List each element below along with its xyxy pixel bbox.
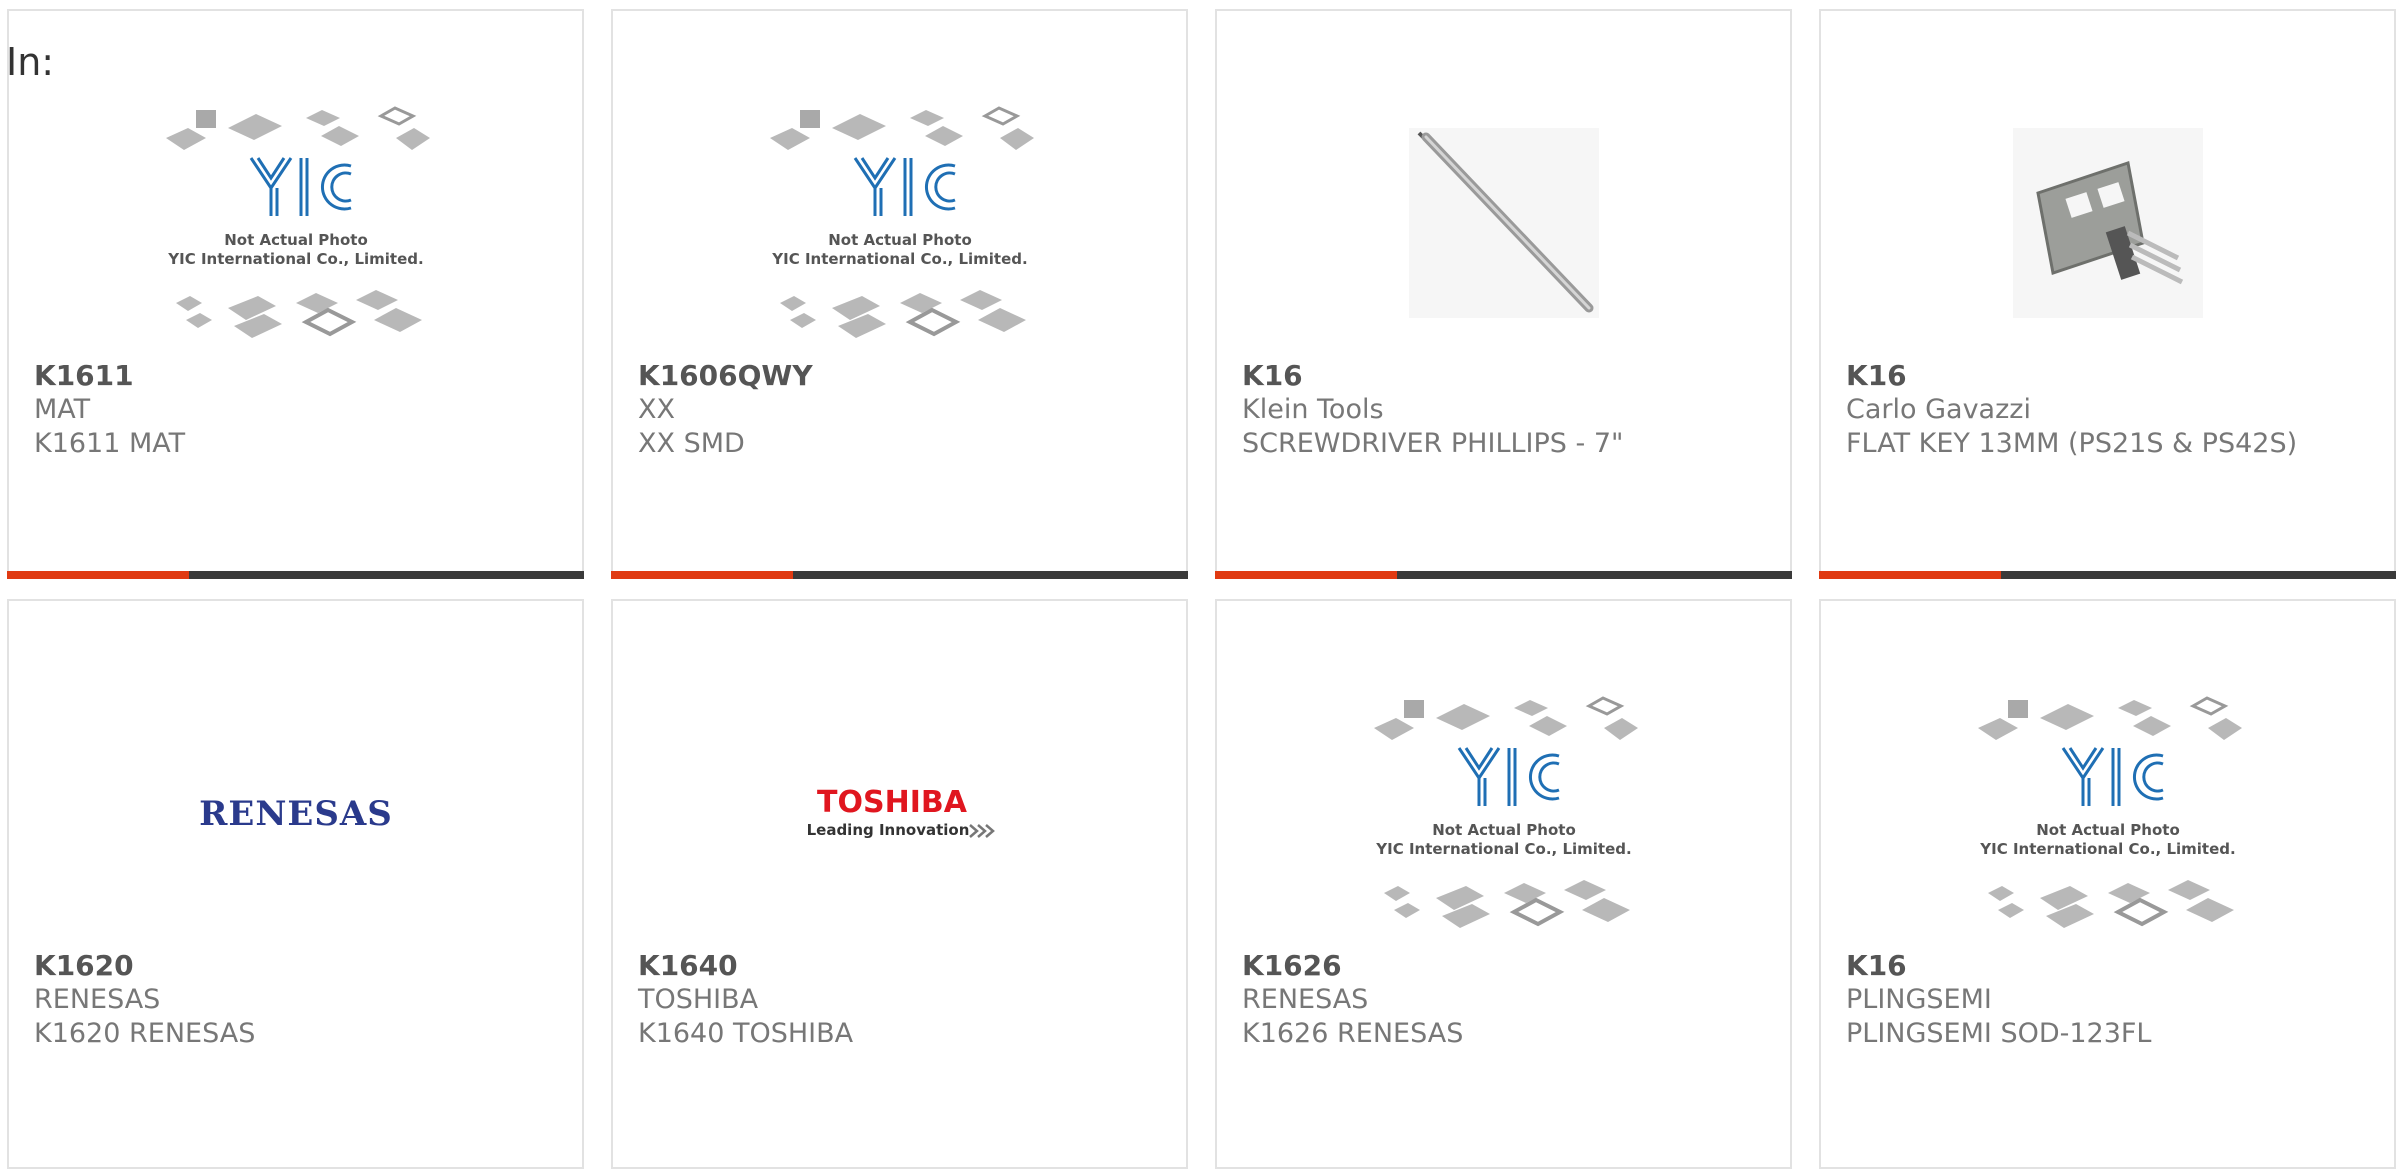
part-number[interactable]: K16	[1242, 359, 1780, 393]
manufacturer: PLINGSEMI	[1846, 984, 1992, 1015]
card-bar	[1819, 571, 2396, 579]
product-image[interactable]: RENESAS	[9, 673, 582, 953]
product-image[interactable]: Not Actual Photo YIC International Co., …	[1821, 673, 2394, 953]
manufacturer: TOSHIBA	[638, 984, 759, 1015]
placeholder-note-line2: YIC International Co., Limited.	[771, 250, 1027, 268]
product-image[interactable]: Not Actual Photo YIC International Co., …	[613, 83, 1186, 363]
card-bar-accent	[1215, 571, 1397, 579]
product-card[interactable]: Not Actual Photo YIC International Co., …	[611, 9, 1188, 579]
manufacturer: MAT	[34, 394, 91, 425]
card-bar	[1215, 571, 1792, 579]
product-card[interactable]: RENESAS K1620 RENESAS K1620 RENESAS	[7, 599, 584, 1169]
yic-placeholder-image: Not Actual Photo YIC International Co., …	[1977, 696, 2242, 928]
description: K1611 MAT	[34, 428, 186, 459]
product-card[interactable]: K16 Carlo Gavazzi FLAT KEY 13MM (PS21S &…	[1819, 9, 2396, 579]
description: PLINGSEMI SOD-123FL	[1846, 1018, 2152, 1049]
product-card[interactable]: Not Actual Photo YIC International Co., …	[7, 9, 584, 579]
flat-key-image	[2012, 128, 2203, 318]
results-label: In:	[6, 40, 55, 84]
renesas-logo: RENESAS	[199, 794, 393, 834]
product-card[interactable]: Not Actual Photo YIC International Co., …	[1819, 599, 2396, 1169]
manufacturer: RENESAS	[1242, 984, 1369, 1015]
yic-placeholder-image: Not Actual Photo YIC International Co., …	[1373, 696, 1638, 928]
card-bar-accent	[1819, 571, 2001, 579]
card-bar	[7, 571, 584, 579]
yic-placeholder-image: Not Actual Photo YIC International Co., …	[165, 106, 430, 338]
placeholder-note-line2: YIC International Co., Limited.	[167, 250, 423, 268]
product-card[interactable]: K16 Klein Tools SCREWDRIVER PHILLIPS - 7…	[1215, 9, 1792, 579]
placeholder-note-line1: Not Actual Photo	[224, 231, 368, 249]
description: K1620 RENESAS	[34, 1018, 256, 1049]
placeholder-note-line1: Not Actual Photo	[828, 231, 972, 249]
part-number[interactable]: K1620	[34, 949, 572, 983]
product-card[interactable]: Not Actual Photo YIC International Co., …	[1215, 599, 1792, 1169]
card-bar-accent	[7, 571, 189, 579]
product-image[interactable]	[1821, 83, 2394, 363]
screwdriver-image	[1408, 128, 1599, 318]
card-bar-accent	[611, 571, 793, 579]
product-image[interactable]	[1217, 83, 1790, 363]
description: K1640 TOSHIBA	[638, 1018, 854, 1049]
placeholder-note-line1: Not Actual Photo	[2036, 821, 2180, 839]
manufacturer: Carlo Gavazzi	[1846, 394, 2031, 425]
placeholder-note-line2: YIC International Co., Limited.	[1375, 840, 1631, 858]
part-number[interactable]: K1626	[1242, 949, 1780, 983]
part-number[interactable]: K1640	[638, 949, 1176, 983]
part-number[interactable]: K1611	[34, 359, 572, 393]
manufacturer: Klein Tools	[1242, 394, 1384, 425]
toshiba-logo-text: TOSHIBA	[817, 785, 968, 820]
renesas-logo-text: RENESAS	[199, 794, 393, 834]
product-image[interactable]: Not Actual Photo YIC International Co., …	[1217, 673, 1790, 953]
manufacturer: RENESAS	[34, 984, 161, 1015]
placeholder-note-line2: YIC International Co., Limited.	[1979, 840, 2235, 858]
part-number[interactable]: K16	[1846, 359, 2384, 393]
chevrons-icon	[968, 824, 995, 838]
description: FLAT KEY 13MM (PS21S & PS42S)	[1846, 428, 2298, 459]
description: XX SMD	[638, 428, 745, 459]
description: K1626 RENESAS	[1242, 1018, 1464, 1049]
placeholder-note-line1: Not Actual Photo	[1432, 821, 1576, 839]
toshiba-logo: TOSHIBA Leading Innovation	[806, 785, 995, 839]
part-number[interactable]: K16	[1846, 949, 2384, 983]
toshiba-tagline: Leading Innovation	[806, 821, 969, 839]
part-number[interactable]: K1606QWY	[638, 359, 1176, 393]
card-bar	[611, 571, 1188, 579]
yic-placeholder-image: Not Actual Photo YIC International Co., …	[769, 106, 1034, 338]
description: SCREWDRIVER PHILLIPS - 7"	[1242, 428, 1624, 459]
product-card[interactable]: TOSHIBA Leading Innovation K1640 TOSHIBA…	[611, 599, 1188, 1169]
manufacturer: XX	[638, 394, 675, 425]
product-image[interactable]: Not Actual Photo YIC International Co., …	[9, 83, 582, 363]
product-image[interactable]: TOSHIBA Leading Innovation	[613, 673, 1186, 953]
